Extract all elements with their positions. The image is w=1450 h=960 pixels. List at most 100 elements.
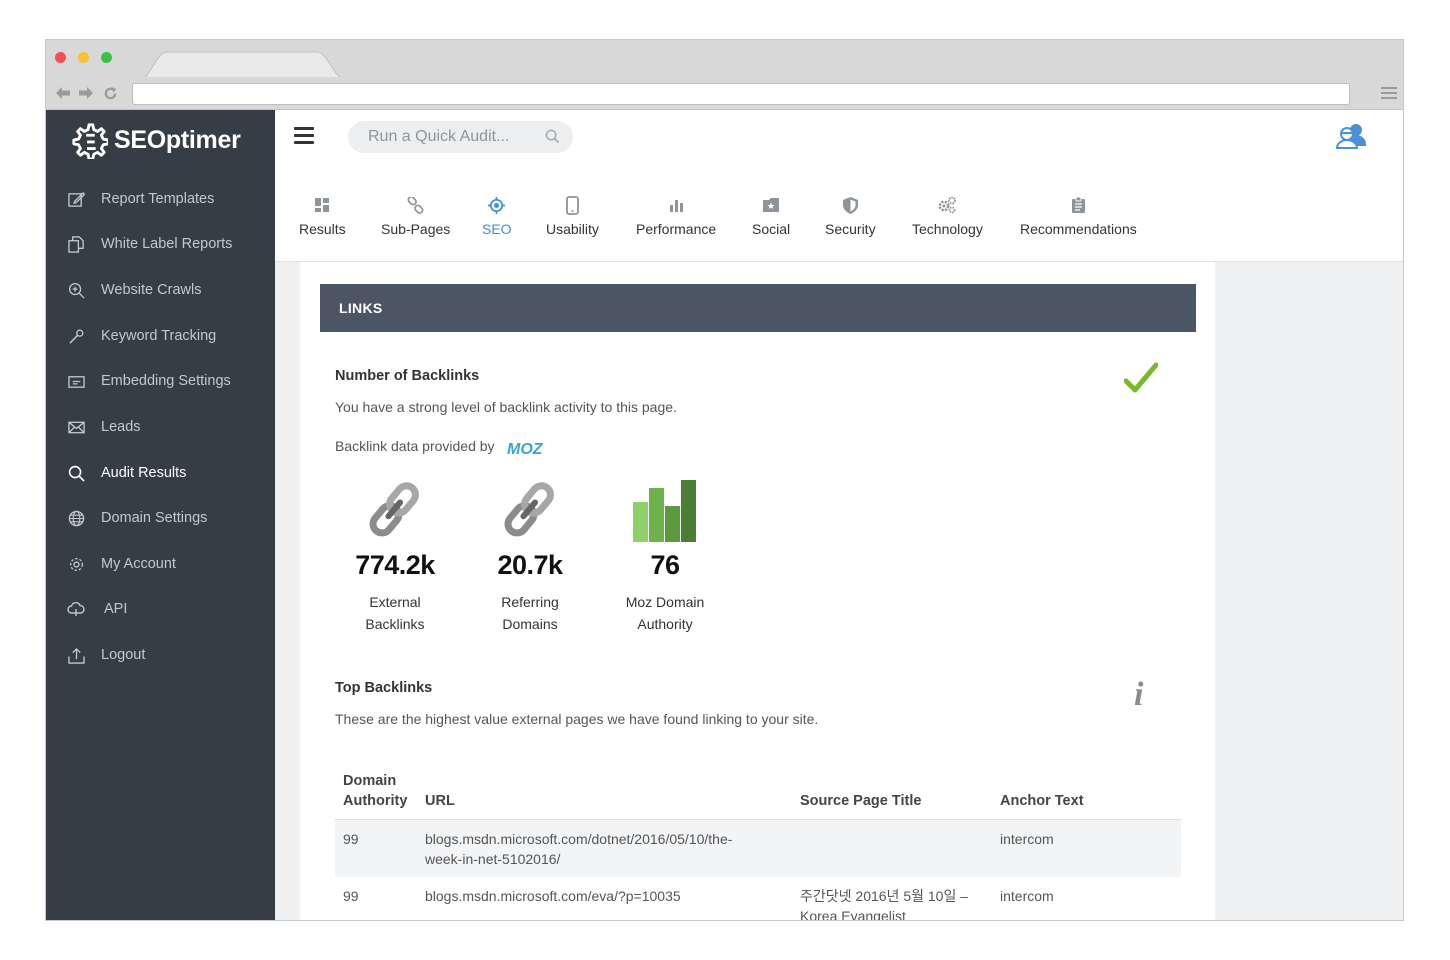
report-content: LINKS Number of Backlinks You have a str… <box>300 262 1215 921</box>
metric-label: Referring Domains <box>501 594 559 632</box>
wrench-icon <box>67 327 85 345</box>
top-bar: Results Sub-Pages SEO <box>275 110 1403 262</box>
backlinks-description: You have a strong level of backlink acti… <box>335 399 677 415</box>
sidebar: SEOptimer Report Templates White Label R… <box>46 110 275 920</box>
sidebar-item-label: Report Templates <box>101 191 215 207</box>
cloud-icon <box>67 600 85 618</box>
metric-external-backlinks: 774.2k External Backlinks <box>330 478 460 635</box>
table-header-row: Domain Authority URL Source Page Title A… <box>335 765 1181 820</box>
top-backlinks-description: These are the highest value external pag… <box>335 711 819 727</box>
browser-window: SEOptimer Report Templates White Label R… <box>45 39 1404 921</box>
search-icon <box>67 464 85 482</box>
sidebar-item-audit-results[interactable]: Audit Results <box>46 451 275 495</box>
shield-icon <box>842 194 858 216</box>
tab-usability[interactable]: Usability <box>546 194 599 250</box>
minimize-window-button[interactable] <box>78 52 89 63</box>
column-header-domain-authority: Domain Authority <box>335 765 417 820</box>
clipboard-icon <box>1071 194 1085 216</box>
sidebar-item-embedding-settings[interactable]: Embedding Settings <box>46 359 275 403</box>
maximize-window-button[interactable] <box>101 52 112 63</box>
sidebar-item-label: Embedding Settings <box>101 373 231 389</box>
close-window-button[interactable] <box>55 52 66 63</box>
globe-icon <box>67 509 85 527</box>
column-header-source-page-title: Source Page Title <box>792 765 992 820</box>
sidebar-item-label: Domain Settings <box>101 510 208 526</box>
tab-label: Social <box>752 221 791 237</box>
table-row: 99 blogs.msdn.microsoft.com/eva/?p=10035… <box>335 877 1181 921</box>
tab-recommendations[interactable]: Recommendations <box>1020 194 1137 250</box>
metric-value: 774.2k <box>355 550 435 580</box>
tab-social[interactable]: Social <box>752 194 790 250</box>
sidebar-item-label: Logout <box>101 647 146 663</box>
upload-icon <box>67 646 85 664</box>
main-area: Results Sub-Pages SEO <box>275 110 1403 921</box>
users-icon[interactable] <box>1336 122 1368 150</box>
embed-icon <box>67 372 85 390</box>
metric-referring-domains: 20.7k Referring Domains <box>465 478 595 635</box>
tab-seo[interactable]: SEO <box>482 194 512 250</box>
tab-performance[interactable]: Performance <box>636 194 716 250</box>
sidebar-item-label: Keyword Tracking <box>101 328 217 344</box>
tab-label: Usability <box>546 221 599 237</box>
tab-sub-pages[interactable]: Sub-Pages <box>381 194 450 250</box>
sidebar-item-report-templates[interactable]: Report Templates <box>46 177 275 221</box>
sidebar-item-label: Website Crawls <box>101 282 202 298</box>
zoom-in-icon <box>67 281 85 299</box>
quick-audit-input[interactable] <box>368 128 538 146</box>
hamburger-menu-icon[interactable] <box>294 127 314 145</box>
tab-label: Results <box>299 221 346 237</box>
cell-domain-authority: 99 <box>343 888 359 904</box>
info-icon[interactable]: i <box>1134 676 1143 714</box>
sidebar-item-leads[interactable]: Leads <box>46 405 275 449</box>
search-icon[interactable] <box>545 129 560 144</box>
sidebar-item-my-account[interactable]: My Account <box>46 542 275 586</box>
quick-audit-search <box>348 121 573 153</box>
right-panel <box>1215 262 1403 920</box>
chain-link-icon <box>465 478 595 542</box>
address-bar[interactable] <box>132 83 1350 105</box>
metric-value: 20.7k <box>497 550 563 580</box>
reload-icon[interactable] <box>101 84 119 102</box>
sidebar-item-label: API <box>104 601 128 617</box>
tab-security[interactable]: Security <box>825 194 876 250</box>
sidebar-item-website-crawls[interactable]: Website Crawls <box>46 268 275 312</box>
moz-logo[interactable]: MOZ <box>507 440 555 456</box>
bar-chart-icon <box>669 194 683 216</box>
seoptimer-logo[interactable]: SEOptimer <box>70 120 241 160</box>
browser-menu-icon[interactable] <box>1381 86 1397 100</box>
moz-logo-text: MOZ <box>507 441 544 456</box>
forward-arrow-icon[interactable] <box>77 84 95 102</box>
sidebar-item-keyword-tracking[interactable]: Keyword Tracking <box>46 314 275 358</box>
cell-url[interactable]: blogs.msdn.microsoft.com/eva/?p=10035 <box>417 877 792 920</box>
section-header: LINKS <box>320 284 1196 332</box>
sidebar-item-logout[interactable]: Logout <box>46 633 275 677</box>
sidebar-item-white-label-reports[interactable]: White Label Reports <box>46 222 275 266</box>
back-arrow-icon[interactable] <box>54 84 72 102</box>
gears-icon <box>937 194 957 216</box>
copy-icon <box>67 235 85 253</box>
bar-chart-icon <box>600 478 730 542</box>
gear-icon <box>67 555 85 573</box>
browser-tab[interactable] <box>138 50 348 80</box>
column-header-anchor-text: Anchor Text <box>992 765 1181 820</box>
sidebar-item-api[interactable]: API <box>46 587 275 631</box>
logo-text: SEOptimer <box>114 125 241 154</box>
tab-results[interactable]: Results <box>299 194 346 250</box>
cell-anchor-text: intercom <box>1000 888 1054 904</box>
tab-label: Technology <box>912 221 983 237</box>
provider-text: Backlink data provided by <box>335 438 495 454</box>
edit-icon <box>67 190 85 208</box>
dashboard-icon <box>315 194 330 216</box>
sidebar-item-label: Leads <box>101 419 141 435</box>
top-backlinks-table: Domain Authority URL Source Page Title A… <box>335 765 1181 921</box>
metric-label: External Backlinks <box>365 594 425 632</box>
tab-label: Sub-Pages <box>381 221 451 237</box>
cell-source-page-title: 주간닷넷 2016년 5월 10일 – Korea Evangelist <box>800 888 969 921</box>
tab-label: SEO <box>482 221 512 237</box>
cell-url[interactable]: blogs.msdn.microsoft.com/dotnet/2016/05/… <box>417 819 792 877</box>
top-backlinks-heading: Top Backlinks <box>335 680 433 696</box>
tab-technology[interactable]: Technology <box>912 194 983 250</box>
sidebar-item-label: My Account <box>101 556 176 572</box>
sidebar-item-domain-settings[interactable]: Domain Settings <box>46 496 275 540</box>
backlinks-heading: Number of Backlinks <box>335 368 480 384</box>
